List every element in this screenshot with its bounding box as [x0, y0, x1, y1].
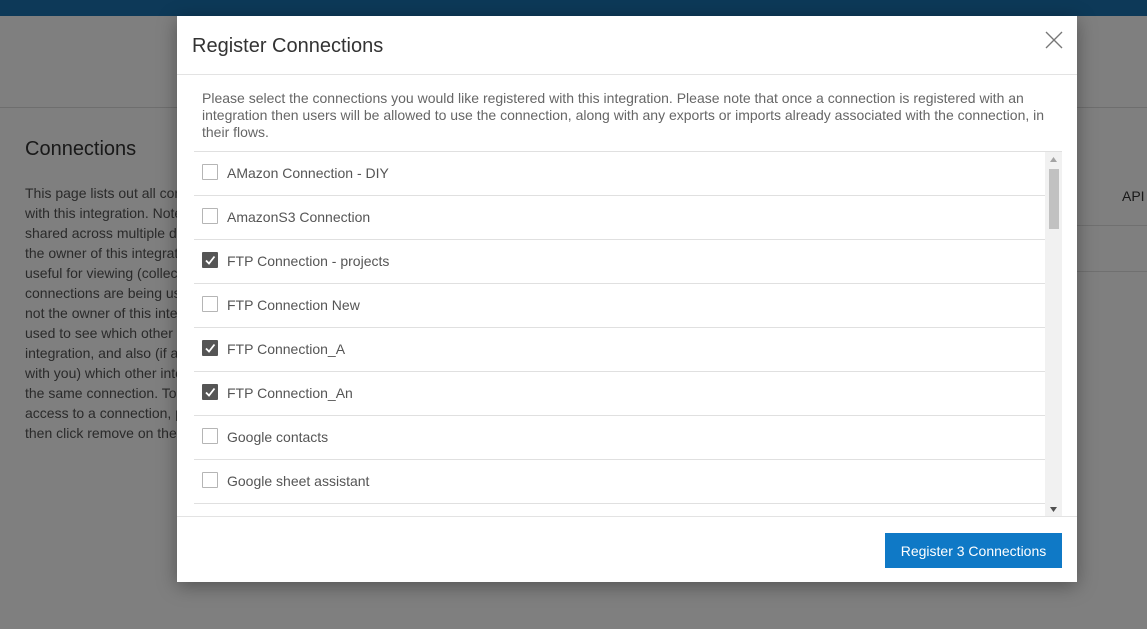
- connection-checkbox[interactable]: [202, 208, 218, 224]
- register-connections-button[interactable]: Register 3 Connections: [885, 533, 1062, 568]
- scroll-down-arrow-icon: [1050, 507, 1057, 512]
- connection-checkbox[interactable]: [202, 472, 218, 488]
- checkmark-icon: [205, 343, 216, 353]
- connection-row[interactable]: Google sheet assistant: [194, 460, 1045, 504]
- connection-checkbox[interactable]: [202, 340, 218, 356]
- dialog-header: Register Connections: [177, 16, 1077, 75]
- connections-list: AMazon Connection - DIY AmazonS3 Connect…: [194, 151, 1062, 517]
- connection-checkbox[interactable]: [202, 384, 218, 400]
- scroll-up-button[interactable]: [1045, 152, 1062, 168]
- dialog-description: Please select the connections you would …: [202, 90, 1045, 140]
- connection-checkbox[interactable]: [202, 164, 218, 180]
- dialog-footer: Register 3 Connections: [177, 516, 1077, 583]
- close-icon: [1045, 31, 1063, 49]
- connection-row[interactable]: AmazonS3 Connection: [194, 196, 1045, 240]
- scroll-down-button[interactable]: [1045, 501, 1062, 517]
- scroll-up-arrow-icon: [1050, 157, 1057, 162]
- connections-list-items: AMazon Connection - DIY AmazonS3 Connect…: [194, 152, 1045, 504]
- connection-label: Google contacts: [227, 429, 329, 445]
- connection-row[interactable]: FTP Connection_An: [194, 372, 1045, 416]
- connection-label: FTP Connection - projects: [227, 253, 390, 269]
- connection-row[interactable]: FTP Connection New: [194, 284, 1045, 328]
- close-button[interactable]: [1043, 29, 1065, 51]
- connection-row[interactable]: AMazon Connection - DIY: [194, 152, 1045, 196]
- connection-checkbox[interactable]: [202, 428, 218, 444]
- connection-label: AMazon Connection - DIY: [227, 165, 389, 181]
- dialog-title: Register Connections: [192, 35, 384, 57]
- checkmark-icon: [205, 387, 216, 397]
- connection-label: FTP Connection_An: [227, 385, 353, 401]
- connection-label: AmazonS3 Connection: [227, 209, 371, 225]
- scrollbar-thumb[interactable]: [1049, 169, 1059, 229]
- connection-label: Google sheet assistant: [227, 473, 370, 489]
- connection-checkbox[interactable]: [202, 252, 218, 268]
- register-connections-dialog: Register Connections Please select the c…: [177, 16, 1077, 582]
- connection-label: FTP Connection New: [227, 297, 360, 313]
- connection-checkbox[interactable]: [202, 296, 218, 312]
- list-scrollbar[interactable]: [1045, 152, 1062, 517]
- connection-row[interactable]: FTP Connection_A: [194, 328, 1045, 372]
- connection-row[interactable]: Google contacts: [194, 416, 1045, 460]
- checkmark-icon: [205, 255, 216, 265]
- connection-label: FTP Connection_A: [227, 341, 346, 357]
- connection-row[interactable]: FTP Connection - projects: [194, 240, 1045, 284]
